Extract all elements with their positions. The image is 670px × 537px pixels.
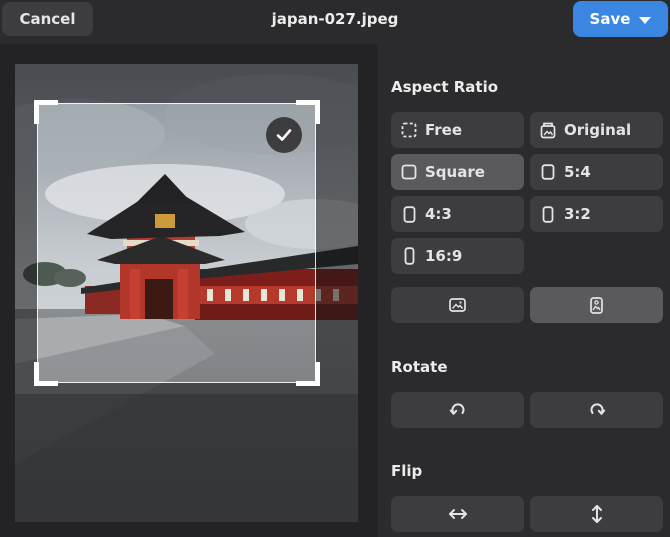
file-name-title: japan-027.jpeg <box>271 10 399 28</box>
portrait-rect-icon <box>401 247 417 265</box>
aspect-option-original[interactable]: Original <box>530 112 663 148</box>
original-image-icon <box>540 121 556 139</box>
crop-handle-bottom-right[interactable] <box>296 362 320 386</box>
aspect-ratio-title: Aspect Ratio <box>391 78 499 96</box>
aspect-option-free[interactable]: Free <box>391 112 524 148</box>
aspect-option-label: 5:4 <box>564 163 591 181</box>
crop-mask-bottom <box>15 383 358 522</box>
portrait-rect-icon <box>401 205 417 223</box>
flip-title: Flip <box>391 462 423 480</box>
top-bar: Cancel japan-027.jpeg Save <box>0 0 670 40</box>
flip-horizontal-button[interactable] <box>391 496 524 532</box>
crop-handle-top-left[interactable] <box>34 100 58 124</box>
flip-vertical-button[interactable] <box>530 496 663 532</box>
square-icon <box>401 163 417 181</box>
aspect-option-3-2[interactable]: 3:2 <box>530 196 663 232</box>
aspect-option-4-3[interactable]: 4:3 <box>391 196 524 232</box>
portrait-rect-icon <box>540 205 556 223</box>
cancel-button[interactable]: Cancel <box>2 2 93 36</box>
aspect-option-label: Square <box>425 163 485 181</box>
aspect-option-square[interactable]: Square <box>391 154 524 190</box>
orientation-portrait-button[interactable] <box>530 287 663 323</box>
rotate-left-icon <box>449 403 464 415</box>
chevron-down-icon[interactable] <box>639 16 652 24</box>
save-button[interactable]: Save <box>573 1 668 37</box>
crop-handle-top-right[interactable] <box>296 100 320 124</box>
rotate-left-button[interactable] <box>391 392 524 428</box>
aspect-option-label: 4:3 <box>425 205 452 223</box>
crop-handle-bottom-left[interactable] <box>34 362 58 386</box>
rotate-right-icon <box>590 403 605 415</box>
dashed-square-icon <box>401 121 417 139</box>
aspect-option-label: Free <box>425 121 463 139</box>
crop-mask-left <box>15 103 37 383</box>
aspect-option-5-4[interactable]: 5:4 <box>530 154 663 190</box>
orientation-landscape-button[interactable] <box>391 287 524 323</box>
aspect-option-label: Original <box>564 121 632 139</box>
flip-horizontal-icon <box>448 509 467 519</box>
rotate-title: Rotate <box>391 358 448 376</box>
confirm-crop-button[interactable] <box>266 117 302 153</box>
checkmark-icon <box>276 129 292 141</box>
portrait-image-icon <box>590 296 603 314</box>
rotate-right-button[interactable] <box>530 392 663 428</box>
aspect-option-label: 16:9 <box>425 247 463 265</box>
portrait-rect-icon <box>540 163 556 181</box>
aspect-option-16-9[interactable]: 16:9 <box>391 238 524 274</box>
aspect-option-label: 3:2 <box>564 205 591 223</box>
crop-mask-right <box>316 103 358 383</box>
crop-mask-top <box>15 64 358 103</box>
landscape-image-icon <box>449 298 466 312</box>
flip-vertical-icon <box>591 505 602 523</box>
save-label: Save <box>589 10 631 28</box>
